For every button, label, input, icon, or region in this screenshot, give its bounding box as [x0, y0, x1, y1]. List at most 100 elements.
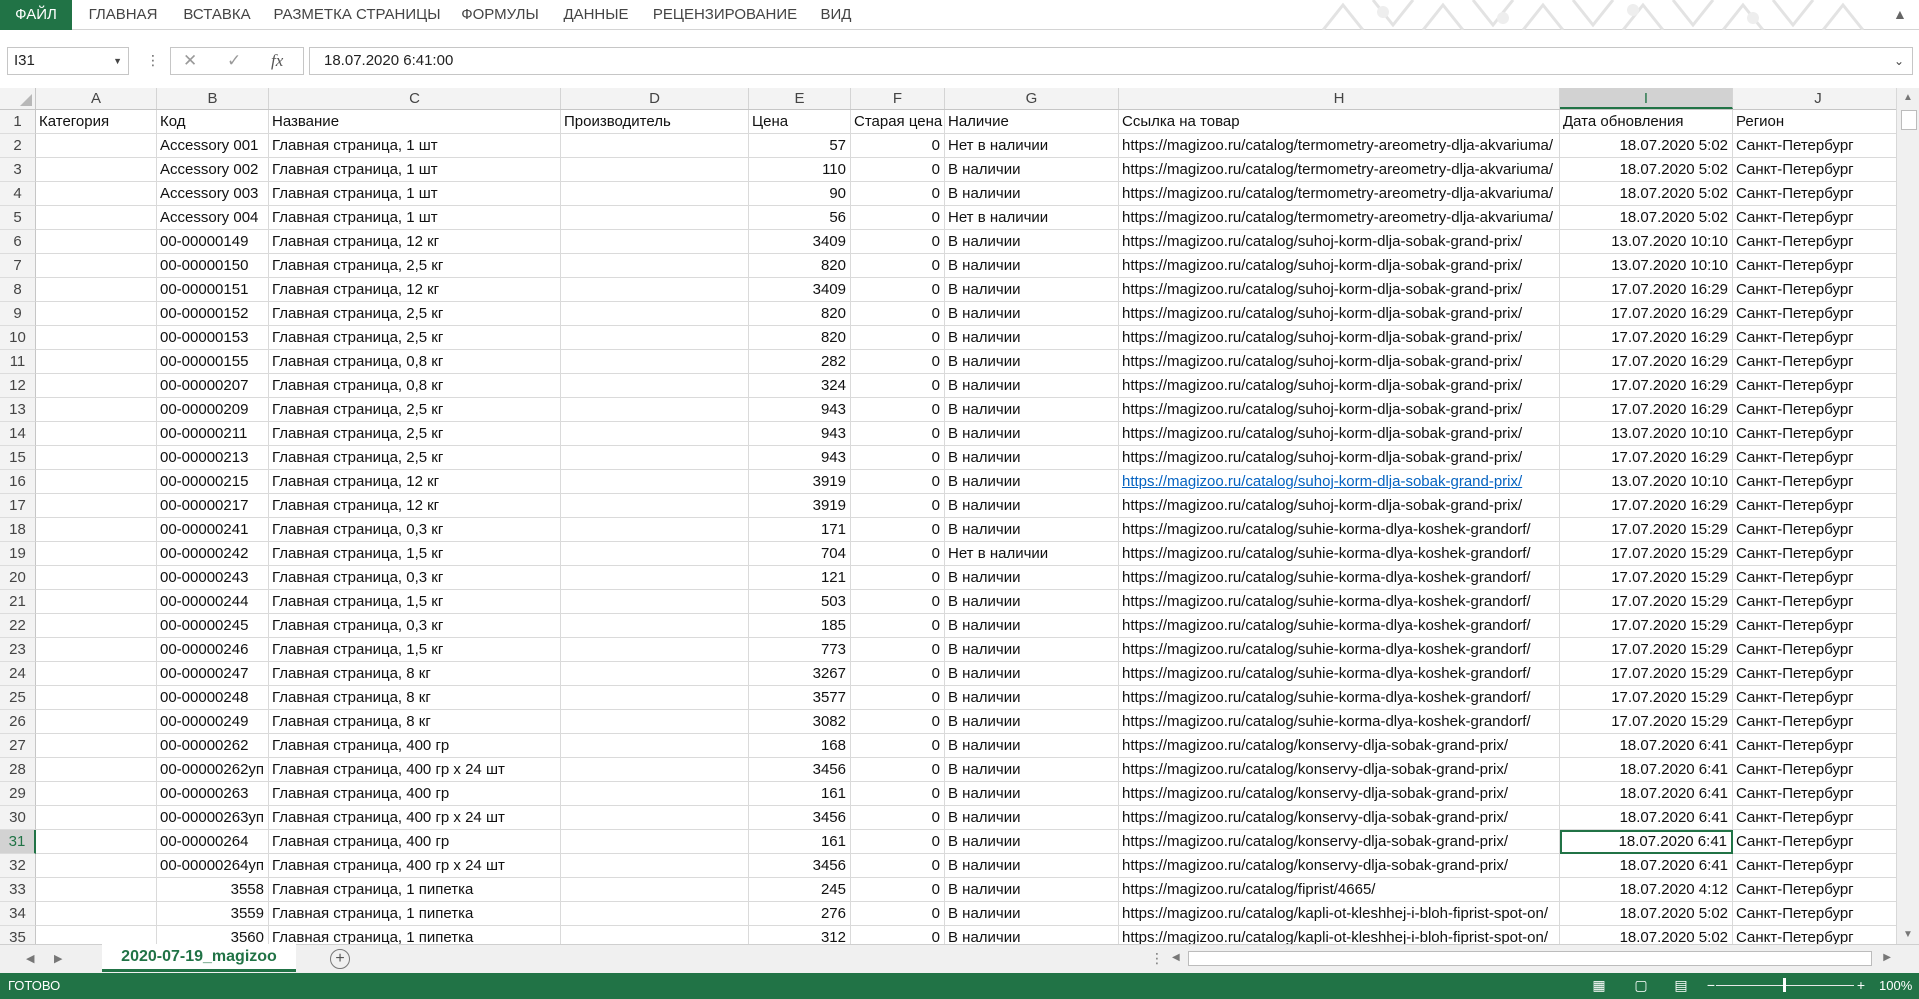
cell-j[interactable]: Санкт-Петербург	[1733, 878, 1896, 902]
tab-home[interactable]: ГЛАВНАЯ	[80, 0, 166, 30]
cell-c[interactable]: Главная страница, 1 шт	[269, 134, 561, 158]
cell-c[interactable]: Главная страница, 0,3 кг	[269, 614, 561, 638]
cell-c[interactable]: Главная страница, 1 шт	[269, 158, 561, 182]
row-header[interactable]: 10	[0, 326, 36, 350]
cell-b[interactable]: 00-00000155	[157, 350, 269, 374]
cell-g[interactable]: В наличии	[945, 590, 1119, 614]
row-header[interactable]: 4	[0, 182, 36, 206]
column-header-c[interactable]: C	[269, 88, 561, 109]
cell-e[interactable]: 90	[749, 182, 851, 206]
cell-d[interactable]	[561, 446, 749, 470]
row-header[interactable]: 18	[0, 518, 36, 542]
cell-a[interactable]	[36, 830, 157, 854]
cell-j[interactable]: Санкт-Петербург	[1733, 638, 1896, 662]
cell-b[interactable]: 00-00000262уп	[157, 758, 269, 782]
cell-a[interactable]	[36, 854, 157, 878]
cell-b[interactable]: 3559	[157, 902, 269, 926]
cell-d[interactable]	[561, 638, 749, 662]
cell-i[interactable]: 18.07.2020 4:12	[1560, 878, 1733, 902]
cell-e[interactable]: 943	[749, 422, 851, 446]
cell-a[interactable]	[36, 758, 157, 782]
cell-i[interactable]: 17.07.2020 15:29	[1560, 638, 1733, 662]
row-header[interactable]: 33	[0, 878, 36, 902]
cell-h[interactable]: https://magizoo.ru/catalog/suhoj-korm-dl…	[1119, 230, 1560, 254]
cell-f[interactable]: 0	[851, 446, 945, 470]
cell-f[interactable]: 0	[851, 830, 945, 854]
cell-h[interactable]: https://magizoo.ru/catalog/termometry-ar…	[1119, 134, 1560, 158]
cell-c[interactable]: Главная страница, 1 пипетка	[269, 926, 561, 944]
cell-h[interactable]: https://magizoo.ru/catalog/termometry-ar…	[1119, 182, 1560, 206]
cell-c[interactable]: Главная страница, 0,3 кг	[269, 518, 561, 542]
cell-f[interactable]: 0	[851, 206, 945, 230]
scroll-up-icon[interactable]: ▲	[1903, 92, 1913, 103]
cell-j[interactable]: Санкт-Петербург	[1733, 182, 1896, 206]
more-options-icon[interactable]: ⋮	[146, 52, 160, 69]
cell-e[interactable]: 3409	[749, 230, 851, 254]
cell-j[interactable]: Санкт-Петербург	[1733, 926, 1896, 944]
cell-j[interactable]: Санкт-Петербург	[1733, 326, 1896, 350]
scroll-thumb[interactable]	[1901, 110, 1917, 130]
row-header[interactable]: 20	[0, 566, 36, 590]
cell-f[interactable]: 0	[851, 710, 945, 734]
cell-d[interactable]	[561, 470, 749, 494]
cell-f[interactable]: 0	[851, 662, 945, 686]
row-header[interactable]: 8	[0, 278, 36, 302]
cell-a[interactable]	[36, 614, 157, 638]
cell-i[interactable]: 17.07.2020 15:29	[1560, 542, 1733, 566]
cell-g[interactable]: В наличии	[945, 470, 1119, 494]
cell-i[interactable]: 17.07.2020 16:29	[1560, 398, 1733, 422]
cell-i[interactable]: 17.07.2020 15:29	[1560, 590, 1733, 614]
cell-a[interactable]	[36, 470, 157, 494]
cell-i[interactable]: 18.07.2020 6:41	[1560, 854, 1733, 878]
cell-g[interactable]: В наличии	[945, 158, 1119, 182]
cell-a[interactable]	[36, 518, 157, 542]
cell-d[interactable]	[561, 302, 749, 326]
cell-h[interactable]: https://magizoo.ru/catalog/suhie-korma-d…	[1119, 662, 1560, 686]
tab-review[interactable]: РЕЦЕНЗИРОВАНИЕ	[650, 0, 800, 30]
cell-g[interactable]: В наличии	[945, 686, 1119, 710]
cell-i[interactable]: 18.07.2020 5:02	[1560, 206, 1733, 230]
cell-f[interactable]: Старая цена	[851, 110, 945, 134]
cell-d[interactable]	[561, 686, 749, 710]
tab-view[interactable]: ВИД	[812, 0, 860, 30]
cell-a[interactable]	[36, 782, 157, 806]
cell-b[interactable]: Accessory 004	[157, 206, 269, 230]
cell-i[interactable]: 17.07.2020 15:29	[1560, 518, 1733, 542]
column-header-j[interactable]: J	[1733, 88, 1896, 109]
cell-e[interactable]: 3082	[749, 710, 851, 734]
cell-g[interactable]: В наличии	[945, 278, 1119, 302]
cell-i[interactable]: 17.07.2020 16:29	[1560, 494, 1733, 518]
cell-i[interactable]: 17.07.2020 16:29	[1560, 446, 1733, 470]
row-header[interactable]: 16	[0, 470, 36, 494]
cell-f[interactable]: 0	[851, 518, 945, 542]
cell-d[interactable]	[561, 182, 749, 206]
cell-b[interactable]: 00-00000243	[157, 566, 269, 590]
cell-d[interactable]	[561, 350, 749, 374]
cell-f[interactable]: 0	[851, 758, 945, 782]
cell-a[interactable]	[36, 158, 157, 182]
cell-c[interactable]: Главная страница, 2,5 кг	[269, 326, 561, 350]
cell-f[interactable]: 0	[851, 734, 945, 758]
check-icon[interactable]: ✓	[227, 51, 241, 71]
cell-c[interactable]: Главная страница, 1,5 кг	[269, 542, 561, 566]
cell-a[interactable]	[36, 374, 157, 398]
cell-a[interactable]	[36, 182, 157, 206]
zoom-slider-knob[interactable]	[1783, 978, 1786, 992]
cell-f[interactable]: 0	[851, 926, 945, 944]
cell-j[interactable]: Санкт-Петербург	[1733, 758, 1896, 782]
cell-j[interactable]: Санкт-Петербург	[1733, 518, 1896, 542]
cell-h[interactable]: https://magizoo.ru/catalog/suhie-korma-d…	[1119, 590, 1560, 614]
cell-g[interactable]: В наличии	[945, 566, 1119, 590]
cell-c[interactable]: Главная страница, 1,5 кг	[269, 590, 561, 614]
cell-g[interactable]: В наличии	[945, 494, 1119, 518]
normal-view-icon[interactable]: ▦	[1590, 976, 1608, 994]
cell-c[interactable]: Главная страница, 2,5 кг	[269, 398, 561, 422]
cell-h[interactable]: https://magizoo.ru/catalog/suhie-korma-d…	[1119, 638, 1560, 662]
cell-a[interactable]	[36, 254, 157, 278]
collapse-ribbon-icon[interactable]: ▲	[1893, 6, 1909, 22]
cell-d[interactable]	[561, 398, 749, 422]
cell-g[interactable]: В наличии	[945, 398, 1119, 422]
cell-f[interactable]: 0	[851, 494, 945, 518]
cell-i[interactable]: 18.07.2020 5:02	[1560, 158, 1733, 182]
tab-file[interactable]: ФАЙЛ	[0, 0, 72, 30]
